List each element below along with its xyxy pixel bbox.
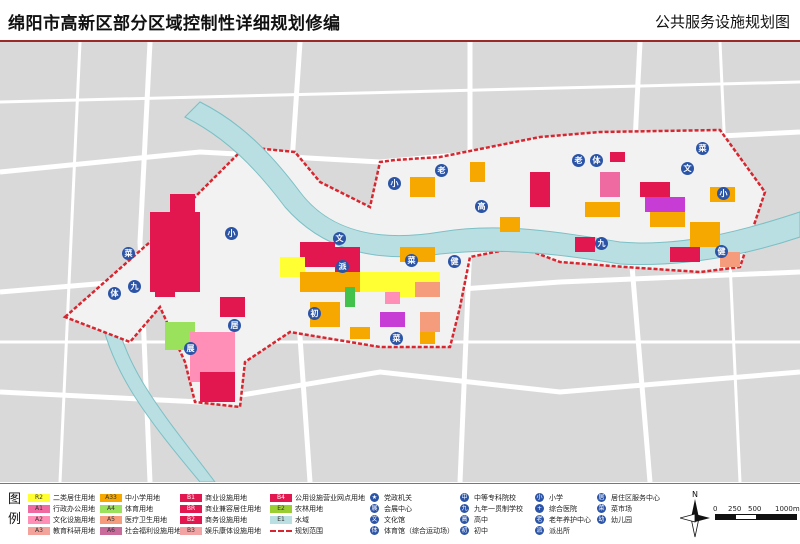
legend-facility-culture: 文化馆: [384, 516, 405, 524]
pin-elderly-2[interactable]: 老: [572, 154, 585, 167]
legend-swatch-e1: E1: [270, 516, 292, 524]
legend-swatch-a33: A33: [100, 494, 122, 502]
legend-label-a6: 社会福利设施用地: [125, 527, 181, 535]
star-icon: ★: [370, 493, 379, 502]
legend-swatch-b4: B4: [270, 494, 292, 502]
legend-facility-primary: 小学: [549, 494, 563, 502]
legend-facility-market: 菜市场: [611, 505, 632, 513]
pin-culture[interactable]: 文: [333, 232, 346, 245]
legend-label-a1: 行政办公用地: [53, 505, 95, 513]
nine-year-school-icon: 九: [460, 504, 469, 513]
pin-primary-school[interactable]: 小: [225, 227, 238, 240]
scale-tick-250: 250: [728, 505, 742, 513]
legend-heading: 图例: [8, 492, 22, 527]
legend-facility-stadium: 体育馆（综合运动场）: [384, 527, 454, 535]
legend-facility-hospital: 综合医院: [549, 505, 577, 513]
legend-label-a3: 教育科研用地: [53, 527, 95, 535]
legend-swatch-b3: B3: [180, 527, 202, 535]
culture-icon: 文: [370, 515, 379, 524]
legend-facility-vocational: 中等专科院校: [474, 494, 516, 502]
legend-swatch-r2: R2: [28, 494, 50, 502]
pin-nine-year-2[interactable]: 九: [595, 237, 608, 250]
kindergarten-icon: 幼: [597, 515, 606, 524]
scale-bar: [715, 514, 797, 520]
hospital-icon: +: [535, 504, 544, 513]
pin-elderly[interactable]: 老: [435, 164, 448, 177]
legend-facility-exhibition: 会展中心: [384, 505, 412, 513]
legend-swatch-a4: A4: [100, 505, 122, 513]
pin-health[interactable]: 健: [448, 255, 461, 268]
legend-label-boundary: 规划范围: [295, 527, 323, 535]
legend-facility-junior-school: 初中: [474, 527, 488, 535]
scale-tick-0: 0: [713, 505, 718, 513]
legend-swatch-e2: E2: [270, 505, 292, 513]
legend-label-a33: 中小学用地: [125, 494, 160, 502]
legend-facility-high-school: 高中: [474, 516, 488, 524]
scale-tick-500: 500: [748, 505, 762, 513]
elderly-care-icon: 老: [535, 515, 544, 524]
legend-label-a2: 文化设施用地: [53, 516, 95, 524]
legend-facility-police: 派出所: [549, 527, 570, 535]
legend-facility-nine-year: 九年一贯制学校: [474, 505, 523, 513]
map-svg: [0, 42, 800, 482]
legend-swatch-a1: A1: [28, 505, 50, 513]
pin-junior-school[interactable]: 初: [308, 307, 321, 320]
legend-label-e2: 农林用地: [295, 505, 323, 513]
legend-swatch-br: BR: [180, 505, 202, 513]
stadium-icon: 体: [370, 526, 379, 535]
legend-label-b2: 商务设施用地: [205, 516, 247, 524]
compass-icon: N: [680, 490, 710, 538]
primary-school-icon: 小: [535, 493, 544, 502]
legend-facility-party: 党政机关: [384, 494, 412, 502]
legend-swatch-a5: A5: [100, 516, 122, 524]
pin-culture-2[interactable]: 文: [681, 162, 694, 175]
pin-market-2[interactable]: 菜: [696, 142, 709, 155]
legend-label-a5: 医疗卫生用地: [125, 516, 167, 524]
compass-north-label: N: [692, 490, 698, 499]
map-canvas[interactable]: 菜 体 九 小 文 派 初 居 老 高 健 展 菜 菜 文 小 九 健 老 体 …: [0, 42, 800, 482]
legend: 图例 R2 二类居住用地 A1 行政办公用地 A2 文化设施用地 A3 教育科研…: [0, 483, 800, 544]
legend-label-r2: 二类居住用地: [53, 494, 95, 502]
legend-swatch-a2: A2: [28, 516, 50, 524]
pin-market-4[interactable]: 菜: [390, 332, 403, 345]
scale-tick-1000: 1000m: [775, 505, 800, 513]
exhibition-icon: 展: [370, 504, 379, 513]
map-title: 绵阳市高新区部分区域控制性详细规划修编: [8, 14, 341, 34]
pin-exhibition[interactable]: 展: [184, 342, 197, 355]
pin-primary-2[interactable]: 小: [717, 187, 730, 200]
legend-label-b4: 公用设施营业网点用地: [295, 494, 365, 502]
legend-label-b1: 商业设施用地: [205, 494, 247, 502]
legend-swatch-b1: B1: [180, 494, 202, 502]
pin-market[interactable]: 菜: [122, 247, 135, 260]
legend-swatch-a3: A3: [28, 527, 50, 535]
header-bar: 绵阳市高新区部分区域控制性详细规划修编 公共服务设施规划图: [0, 0, 800, 42]
legend-facility-elderly: 老年养护中心: [549, 516, 591, 524]
legend-label-b3: 娱乐康体设施用地: [205, 527, 261, 535]
legend-label-br: 商业兼容居住用地: [205, 505, 261, 513]
pin-sports-2[interactable]: 体: [590, 154, 603, 167]
pin-health-2[interactable]: 健: [715, 245, 728, 258]
legend-swatch-boundary: [270, 530, 292, 532]
vocational-school-icon: 中: [460, 493, 469, 502]
high-school-icon: 高: [460, 515, 469, 524]
pin-sports[interactable]: 体: [108, 287, 121, 300]
map-subtitle: 公共服务设施规划图: [654, 13, 790, 31]
pin-market-3[interactable]: 菜: [405, 254, 418, 267]
junior-school-icon: 初: [460, 526, 469, 535]
legend-label-e1: 水域: [295, 516, 309, 524]
pin-police[interactable]: 派: [336, 260, 349, 273]
residential-center-icon: 居: [597, 493, 606, 502]
market-icon: 菜: [597, 504, 606, 513]
pin-residential-center[interactable]: 居: [228, 319, 241, 332]
pin-nine-year-school[interactable]: 九: [128, 280, 141, 293]
pin-high-school[interactable]: 高: [475, 200, 488, 213]
legend-swatch-a6: A6: [100, 527, 122, 535]
legend-label-a4: 体育用地: [125, 505, 153, 513]
legend-facility-kindergarten: 幼儿园: [611, 516, 632, 524]
legend-swatch-b2: B2: [180, 516, 202, 524]
police-icon: 派: [535, 526, 544, 535]
legend-facility-residential: 居住区服务中心: [611, 494, 660, 502]
pin-primary-3[interactable]: 小: [388, 177, 401, 190]
